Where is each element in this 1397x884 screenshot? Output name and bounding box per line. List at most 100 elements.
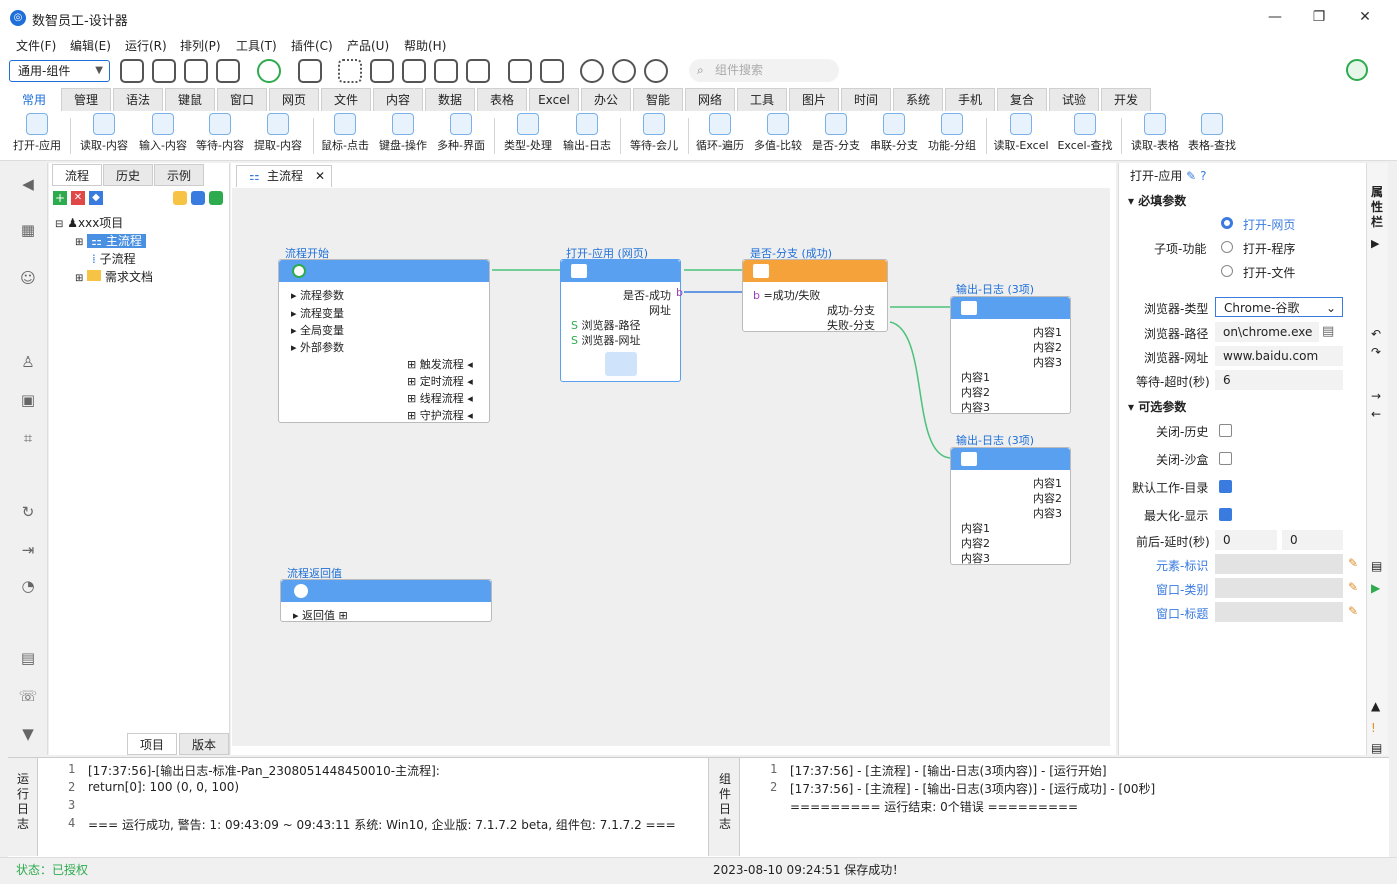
option-open-program: 打开-程序 — [1243, 242, 1296, 256]
window-title-link[interactable]: 窗口-标题 — [1156, 605, 1208, 622]
right-rail: 属性栏 ▶ ↶ ↷ → ← ▤ ▶ ▲ ! ▤ — [1366, 163, 1388, 755]
option-open-web: 打开-网页 — [1243, 218, 1296, 232]
run-log-label: 运行日志 — [16, 772, 29, 831]
node-log2[interactable]: 内容1 内容2 内容3 内容1 内容2 内容3 — [950, 447, 1071, 565]
component-log-tab[interactable]: 组件日志 — [708, 758, 740, 856]
log-line-number: 2 — [68, 780, 76, 794]
default-dir-label: 默认工作-目录 — [1132, 481, 1209, 495]
port-b: b — [676, 286, 683, 299]
return-icon — [294, 584, 308, 598]
browser-path-label: 浏览器-路径 — [1144, 327, 1209, 341]
node-open[interactable]: 是否-成功 网址 S 浏览器-路径 S 浏览器-网址 — [560, 259, 681, 382]
chevron-down-icon: ⌄ — [1325, 301, 1336, 315]
radio-open-file[interactable] — [1221, 265, 1233, 277]
window-class-input[interactable] — [1215, 578, 1343, 598]
component-log-label: 组件日志 — [718, 772, 731, 831]
default-dir-checkbox[interactable] — [1219, 480, 1232, 493]
browser-type-select[interactable]: Chrome-谷歌 ⌄ — [1215, 297, 1343, 317]
expand-icon[interactable]: ▶ — [1371, 237, 1379, 250]
window-title-input[interactable] — [1215, 602, 1343, 622]
node-row: ▸ 外部参数 — [291, 341, 345, 354]
trigger-label: 触发流程 — [419, 358, 464, 371]
log-line-number: 3 — [68, 798, 76, 812]
edit-icon[interactable]: ✎ — [1186, 169, 1196, 183]
node-log1[interactable]: 内容1 内容2 内容3 内容1 内容2 内容3 — [950, 296, 1071, 414]
port-s: S — [571, 319, 578, 332]
radio-open-program[interactable] — [1221, 241, 1233, 253]
arrow-right-icon[interactable]: → — [1371, 389, 1381, 403]
port-label: 内容3 — [1033, 507, 1062, 520]
section-optional-label: 可选参数 — [1138, 400, 1187, 414]
property-header: 打开-应用 ✎ ? — [1130, 167, 1206, 184]
element-id-link[interactable]: 元素-标识 — [1156, 557, 1208, 574]
port-label: 内容2 — [1033, 492, 1062, 505]
section-optional[interactable]: ▾ 可选参数 — [1128, 398, 1186, 415]
node-row-label: 流程参数 — [300, 289, 345, 302]
node-row: ▸ 流程变量 — [291, 307, 345, 320]
status-bar — [0, 857, 1397, 884]
element-id-input[interactable] — [1215, 554, 1343, 574]
browser-type-value: Chrome-谷歌 — [1224, 301, 1300, 315]
node-return[interactable]: ▸ 返回值 ⊞ — [280, 579, 492, 622]
maximize-checkbox[interactable] — [1219, 508, 1232, 521]
edit-icon[interactable]: ✎ — [1348, 580, 1358, 594]
node-branch[interactable]: b =成功/失败 成功-分支 失败-分支 — [742, 259, 888, 332]
sub-func-label: 子项-功能 — [1154, 242, 1207, 256]
option-open-file: 打开-文件 — [1243, 266, 1296, 280]
edit-icon[interactable]: ✎ — [1348, 556, 1358, 570]
port-label: 内容2 — [961, 386, 990, 399]
port-label: 内容1 — [961, 522, 990, 535]
delay-label: 前后-延时(秒) — [1136, 535, 1210, 549]
help-icon[interactable]: ? — [1200, 169, 1206, 183]
browser-type-label: 浏览器-类型 — [1144, 302, 1209, 316]
up-icon[interactable]: ▲ — [1371, 699, 1380, 713]
undo-icon[interactable]: ↶ — [1371, 327, 1381, 341]
port-label: 内容1 — [1033, 477, 1062, 490]
browser-path-input[interactable]: on\chrome.exe — [1215, 322, 1319, 342]
log-line: [17:37:56] - [主流程] - [输出-日志(3项内容)] - [运行… — [790, 764, 1107, 778]
alert-icon[interactable]: ! — [1371, 721, 1376, 735]
file-browse-icon[interactable]: ▤ — [1322, 324, 1334, 339]
trigger-row: ⊞ 线程流程 ◂ — [407, 392, 473, 405]
close-history-checkbox[interactable] — [1219, 424, 1232, 437]
node-row-label: 全局变量 — [300, 324, 345, 337]
port-b: b — [753, 289, 760, 302]
log-line-number: 1 — [68, 762, 76, 776]
close-sandbox-checkbox[interactable] — [1219, 452, 1232, 465]
node-row: ▸ 流程参数 — [291, 289, 345, 302]
timeout-input[interactable]: 6 — [1215, 370, 1343, 390]
trigger-row: ⊞ 定时流程 ◂ — [407, 375, 473, 388]
redo-icon[interactable]: ↷ — [1371, 345, 1381, 359]
port-label: b =成功/失败 — [753, 287, 820, 303]
edge — [889, 321, 951, 459]
port-label: S 浏览器-路径 — [571, 317, 640, 333]
radio-open-web[interactable] — [1221, 217, 1233, 229]
play-icon[interactable]: ▶ — [1371, 581, 1380, 595]
log-line: === 运行成功, 警告: 1: 09:43:09 ~ 09:43:11 系统:… — [88, 818, 676, 832]
node-row-label: 流程变量 — [300, 307, 345, 320]
port-label: 内容2 — [1033, 341, 1062, 354]
edit-icon[interactable]: ✎ — [1348, 604, 1358, 618]
trigger-label: 定时流程 — [419, 375, 464, 388]
document-icon[interactable]: ▤ — [1371, 741, 1382, 755]
section-required[interactable]: ▾ 必填参数 — [1128, 192, 1186, 209]
port-label-text: 浏览器-路径 — [581, 319, 641, 332]
play-icon — [292, 264, 306, 278]
property-rail-label[interactable]: 属性栏 — [1371, 185, 1385, 230]
delay-before-input[interactable]: 0 — [1215, 530, 1277, 550]
log-icon — [961, 301, 977, 315]
timeout-label: 等待-超时(秒) — [1136, 375, 1210, 389]
port-label: 内容1 — [1033, 326, 1062, 339]
browser-url-input[interactable]: www.baidu.com — [1215, 346, 1343, 366]
arrow-left-icon[interactable]: ← — [1371, 407, 1381, 421]
settings-icon[interactable]: ▤ — [1371, 559, 1382, 573]
trigger-label: 守护流程 — [419, 409, 464, 422]
node-start[interactable]: ▸ 流程参数 ▸ 流程变量 ▸ 全局变量 ▸ 外部参数 ⊞ 触发流程 ◂ ⊞ 定… — [278, 259, 490, 423]
log-line: ========= 运行结束: 0个错误 ========= — [790, 800, 1079, 814]
port-label: 内容1 — [961, 371, 990, 384]
port-label: 内容3 — [1033, 356, 1062, 369]
run-log-tab[interactable]: 运行日志 — [8, 758, 38, 856]
window-class-link[interactable]: 窗口-类别 — [1156, 581, 1208, 598]
section-required-label: 必填参数 — [1138, 194, 1187, 208]
delay-after-input[interactable]: 0 — [1282, 530, 1343, 550]
